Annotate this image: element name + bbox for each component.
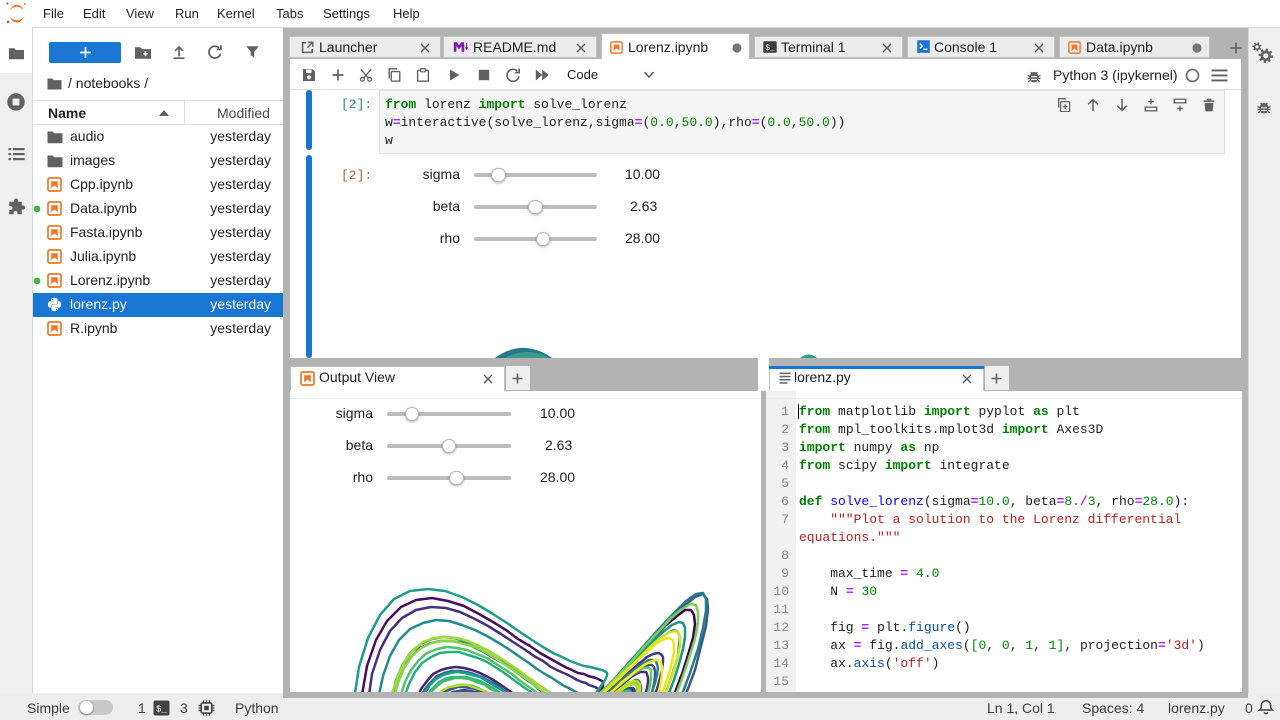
svg-text:$_: $_ bbox=[156, 705, 167, 715]
svg-text:$_: $_ bbox=[765, 44, 775, 53]
